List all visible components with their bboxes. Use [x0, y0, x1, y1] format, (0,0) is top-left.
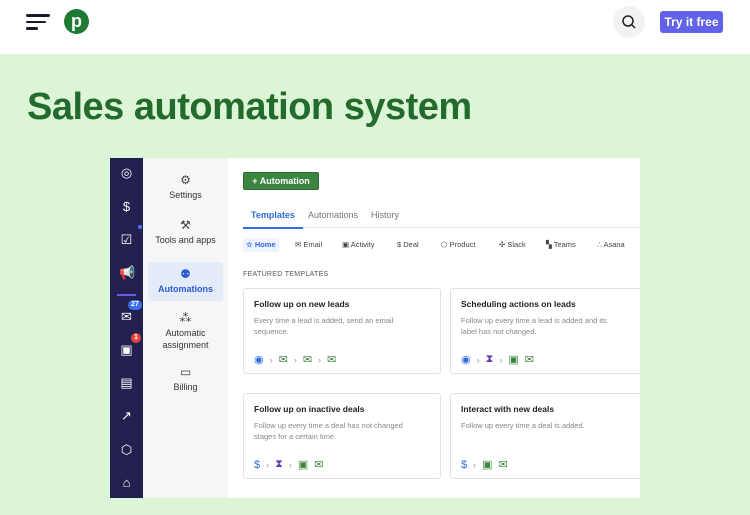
tab-history[interactable]: History [371, 210, 399, 220]
nav-label: Settings [169, 190, 202, 200]
mail-icon: ✉ [302, 354, 313, 366]
card-description: Every time a lead is added, send an emai… [254, 316, 394, 336]
chevron-right-icon: › [293, 354, 297, 365]
tabs: Templates Automations History [243, 204, 640, 229]
dollar-icon[interactable]: $ [119, 199, 134, 214]
category-asana[interactable]: ∴ Asana [594, 238, 628, 252]
nav-automatic-assignment[interactable]: ⁂ Automatic assignment [148, 312, 223, 351]
template-card[interactable]: Follow up on inactive deals Follow up ev… [243, 393, 441, 479]
hourglass-icon: ⧗ [275, 458, 283, 470]
chevron-right-icon: › [269, 354, 273, 365]
target-icon: ◉ [461, 354, 471, 366]
tab-automations[interactable]: Automations [308, 210, 358, 220]
mail-icon: ✉ [524, 354, 534, 366]
active-indicator [117, 294, 136, 296]
settings-nav: ⚙ Settings ⚒ Tools and apps ⚉ Automations ⁂… [143, 158, 228, 498]
card-description: Follow up every time a lead is added and… [461, 316, 607, 336]
page-title: Sales automation system [27, 86, 472, 128]
try-it-free-button[interactable]: Try it free [660, 11, 723, 33]
category-label: Teams [553, 240, 576, 249]
app-screenshot: ◎ $ ☑ 📢 ✉ 27 ▣ 1 ▤ ↗ ⬡ ⌂ ⚙ Settings ⚒ Tool… [110, 158, 640, 498]
nav-tools-and-apps[interactable]: ⚒ Tools and apps [148, 219, 223, 246]
dollar-icon: $ [461, 458, 468, 471]
pipedrive-logo[interactable]: p [64, 9, 89, 34]
category-label: Deal [403, 240, 419, 249]
search-button[interactable] [613, 6, 645, 38]
card-description: Follow up every time a deal has not chan… [254, 421, 403, 441]
mail-icon: ✉ [278, 354, 288, 366]
search-icon [622, 15, 636, 29]
card-title: Interact with new deals [461, 404, 555, 414]
mail-icon: ✉ [314, 459, 324, 471]
category-teams[interactable]: ▚ Teams [543, 238, 579, 252]
card-icon: ▭ [179, 365, 192, 379]
category-label: Home [254, 240, 276, 249]
automation-icon: ⚉ [180, 267, 191, 281]
megaphone-icon[interactable]: 📢 [119, 265, 135, 280]
nav-label: Billing [173, 382, 198, 392]
gear-icon: ⚙ [180, 173, 191, 187]
assignment-icon: ⁂ [179, 311, 192, 325]
template-card[interactable]: Scheduling actions on leads Follow up ev… [450, 288, 640, 374]
mail-icon: ✉ [327, 354, 337, 366]
category-label: Activity [350, 240, 375, 249]
category-label: Slack [507, 240, 526, 249]
category-label: Asana [603, 240, 625, 249]
top-header: p Try it free [0, 0, 750, 54]
category-label: Email [303, 240, 323, 249]
chevron-right-icon: › [266, 459, 270, 470]
icon-rail: ◎ $ ☑ 📢 ✉ 27 ▣ 1 ▤ ↗ ⬡ ⌂ [110, 158, 143, 498]
calendar-icon: ▣ [508, 354, 519, 366]
category-home[interactable]: ☆ Home [243, 238, 279, 252]
chevron-right-icon: › [473, 459, 477, 470]
mail-badge: 27 [128, 300, 142, 310]
chevron-right-icon: › [288, 459, 292, 470]
category-activity[interactable]: ▣ Activity [339, 238, 378, 252]
notification-dot [138, 225, 142, 229]
target-icon[interactable]: ◎ [119, 165, 134, 180]
dollar-icon: $ [254, 458, 261, 471]
nav-label: Automations [158, 284, 213, 294]
template-card[interactable]: Interact with new deals Follow up every … [450, 393, 640, 479]
nav-label: Tools and apps [155, 235, 216, 245]
target-icon: ◉ [254, 354, 264, 366]
card-title: Follow up on new leads [254, 299, 350, 309]
clipboard-icon[interactable]: ☑ [119, 232, 134, 247]
category-email[interactable]: ✉ Email [292, 238, 325, 252]
box-icon[interactable]: ⬡ [119, 442, 134, 457]
card-title: Follow up on inactive deals [254, 404, 365, 414]
featured-templates-label: FEATURED TEMPLATES [243, 271, 329, 278]
tab-templates[interactable]: Templates [243, 210, 303, 229]
category-slack[interactable]: ✣ Slack [496, 238, 529, 252]
nav-label: Automatic assignment [162, 328, 209, 350]
mail-icon[interactable]: ✉ [119, 309, 134, 324]
category-product[interactable]: ⬡ Product [438, 238, 479, 252]
nav-automations[interactable]: ⚉ Automations [148, 262, 223, 301]
add-automation-button[interactable]: + Automation [243, 172, 319, 190]
calendar-icon: ▣ [482, 459, 493, 471]
chart-icon[interactable]: ↗ [119, 408, 134, 423]
nav-settings[interactable]: ⚙ Settings [148, 174, 223, 201]
store-icon[interactable]: ⌂ [119, 475, 134, 490]
chevron-right-icon: › [499, 354, 503, 365]
category-label: Product [449, 240, 476, 249]
calendar-badge: 1 [131, 333, 141, 343]
menu-icon[interactable] [26, 14, 50, 30]
chevron-right-icon: › [318, 354, 322, 365]
template-card[interactable]: Follow up on new leads Every time a lead… [243, 288, 441, 374]
hourglass-icon: ⧗ [485, 353, 494, 365]
chevron-right-icon: › [476, 354, 480, 365]
calendar-icon: ▣ [297, 459, 309, 471]
category-deal[interactable]: $ Deal [394, 238, 422, 252]
contact-card-icon[interactable]: ▤ [119, 375, 134, 390]
card-title: Scheduling actions on leads [461, 299, 576, 309]
calendar-icon[interactable]: ▣ [119, 342, 134, 357]
mail-icon: ✉ [498, 459, 508, 471]
tools-icon: ⚒ [180, 218, 191, 232]
card-description: Follow up every time a deal is added. [461, 421, 585, 430]
nav-billing[interactable]: ▭ Billing [148, 366, 223, 393]
